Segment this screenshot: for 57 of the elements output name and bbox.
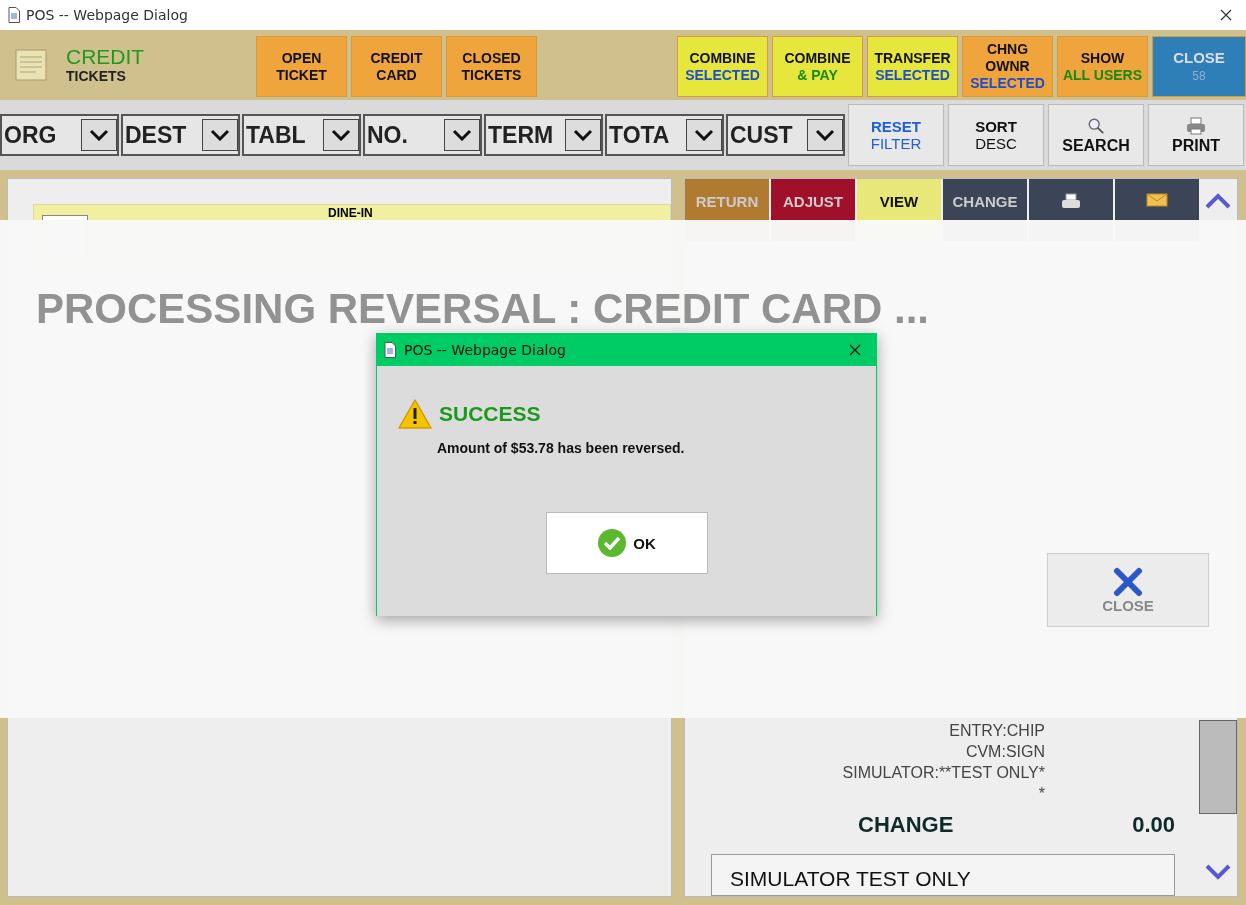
header-button[interactable]: SHOW ALL USERS <box>1057 36 1148 97</box>
toolbar-button[interactable]: SORT DESC <box>948 104 1044 166</box>
close-icon[interactable] <box>1220 9 1232 21</box>
toolbar-button[interactable]: PRINT <box>1148 104 1244 166</box>
chevron-down-icon <box>444 119 480 151</box>
filter-dropdown[interactable]: TABL <box>242 114 361 156</box>
receipt-line: ENTRY:CHIP <box>949 721 1045 741</box>
toolbar-button[interactable]: SEARCH <box>1048 104 1144 166</box>
ok-button[interactable]: OK <box>545 512 708 574</box>
chevron-down-icon <box>323 119 359 151</box>
envelope-icon <box>1146 193 1168 207</box>
search-icon <box>1087 116 1105 135</box>
dialog-message: Amount of $53.78 has been reversed. <box>437 440 686 456</box>
processing-message: PROCESSING REVERSAL : CREDIT CARD ... <box>36 288 929 330</box>
filter-dropdown[interactable]: TERM <box>484 114 603 156</box>
printer-icon <box>1061 193 1081 211</box>
close-icon[interactable] <box>849 343 861 356</box>
filter-dropdown[interactable]: CUST <box>726 114 845 156</box>
scroll-down-icon[interactable] <box>1205 864 1231 880</box>
page-subtitle: TICKETS <box>66 68 127 84</box>
change-label: CHANGE <box>858 812 954 838</box>
scrollbar-thumb[interactable] <box>1199 720 1237 814</box>
filter-dropdown[interactable]: DEST <box>121 114 240 156</box>
filter-dropdown[interactable]: ORG <box>0 114 119 156</box>
header-button[interactable]: COMBINE & PAY <box>772 36 863 97</box>
notepad-icon <box>14 48 48 82</box>
header-button[interactable]: TRANSFER SELECTED <box>867 36 958 97</box>
toolbar-button[interactable]: RESET FILTER <box>848 104 944 166</box>
window-title: POS -- Webpage Dialog <box>26 7 188 23</box>
header-button[interactable]: COMBINE SELECTED <box>677 36 768 97</box>
scroll-up-icon[interactable] <box>1205 193 1231 209</box>
receipt-line: SIMULATOR:**TEST ONLY* <box>842 763 1045 783</box>
document-icon <box>8 7 20 23</box>
warning-icon <box>397 398 433 430</box>
change-value: 0.00 <box>1132 812 1175 838</box>
note-text: SIMULATOR TEST ONLY <box>730 867 971 890</box>
dialog-title: POS -- Webpage Dialog <box>404 341 566 358</box>
dialog-heading: SUCCESS <box>439 402 541 426</box>
filter-dropdown[interactable]: TOTA <box>605 114 724 156</box>
document-icon <box>384 341 396 358</box>
check-icon <box>597 528 628 558</box>
chevron-down-icon <box>202 119 238 151</box>
chevron-down-icon <box>807 119 843 151</box>
chevron-down-icon <box>81 119 117 151</box>
filter-dropdown[interactable]: NO. <box>363 114 482 156</box>
chevron-down-icon <box>686 119 722 151</box>
ticket-type: DINE-IN <box>328 207 373 220</box>
page-title: CREDIT <box>66 46 146 68</box>
receipt-line: CVM:SIGN <box>965 742 1045 762</box>
header-button[interactable]: CREDIT CARD <box>351 36 442 97</box>
receipt-line: * <box>1038 784 1045 804</box>
header-button[interactable]: CLOSED TICKETS <box>446 36 537 97</box>
header-button[interactable]: CHNG OWNR SELECTED <box>962 36 1053 97</box>
printer-icon <box>1186 116 1206 135</box>
chevron-down-icon <box>565 119 601 151</box>
header-button[interactable]: OPEN TICKET <box>256 36 347 97</box>
close-icon <box>1113 566 1143 597</box>
